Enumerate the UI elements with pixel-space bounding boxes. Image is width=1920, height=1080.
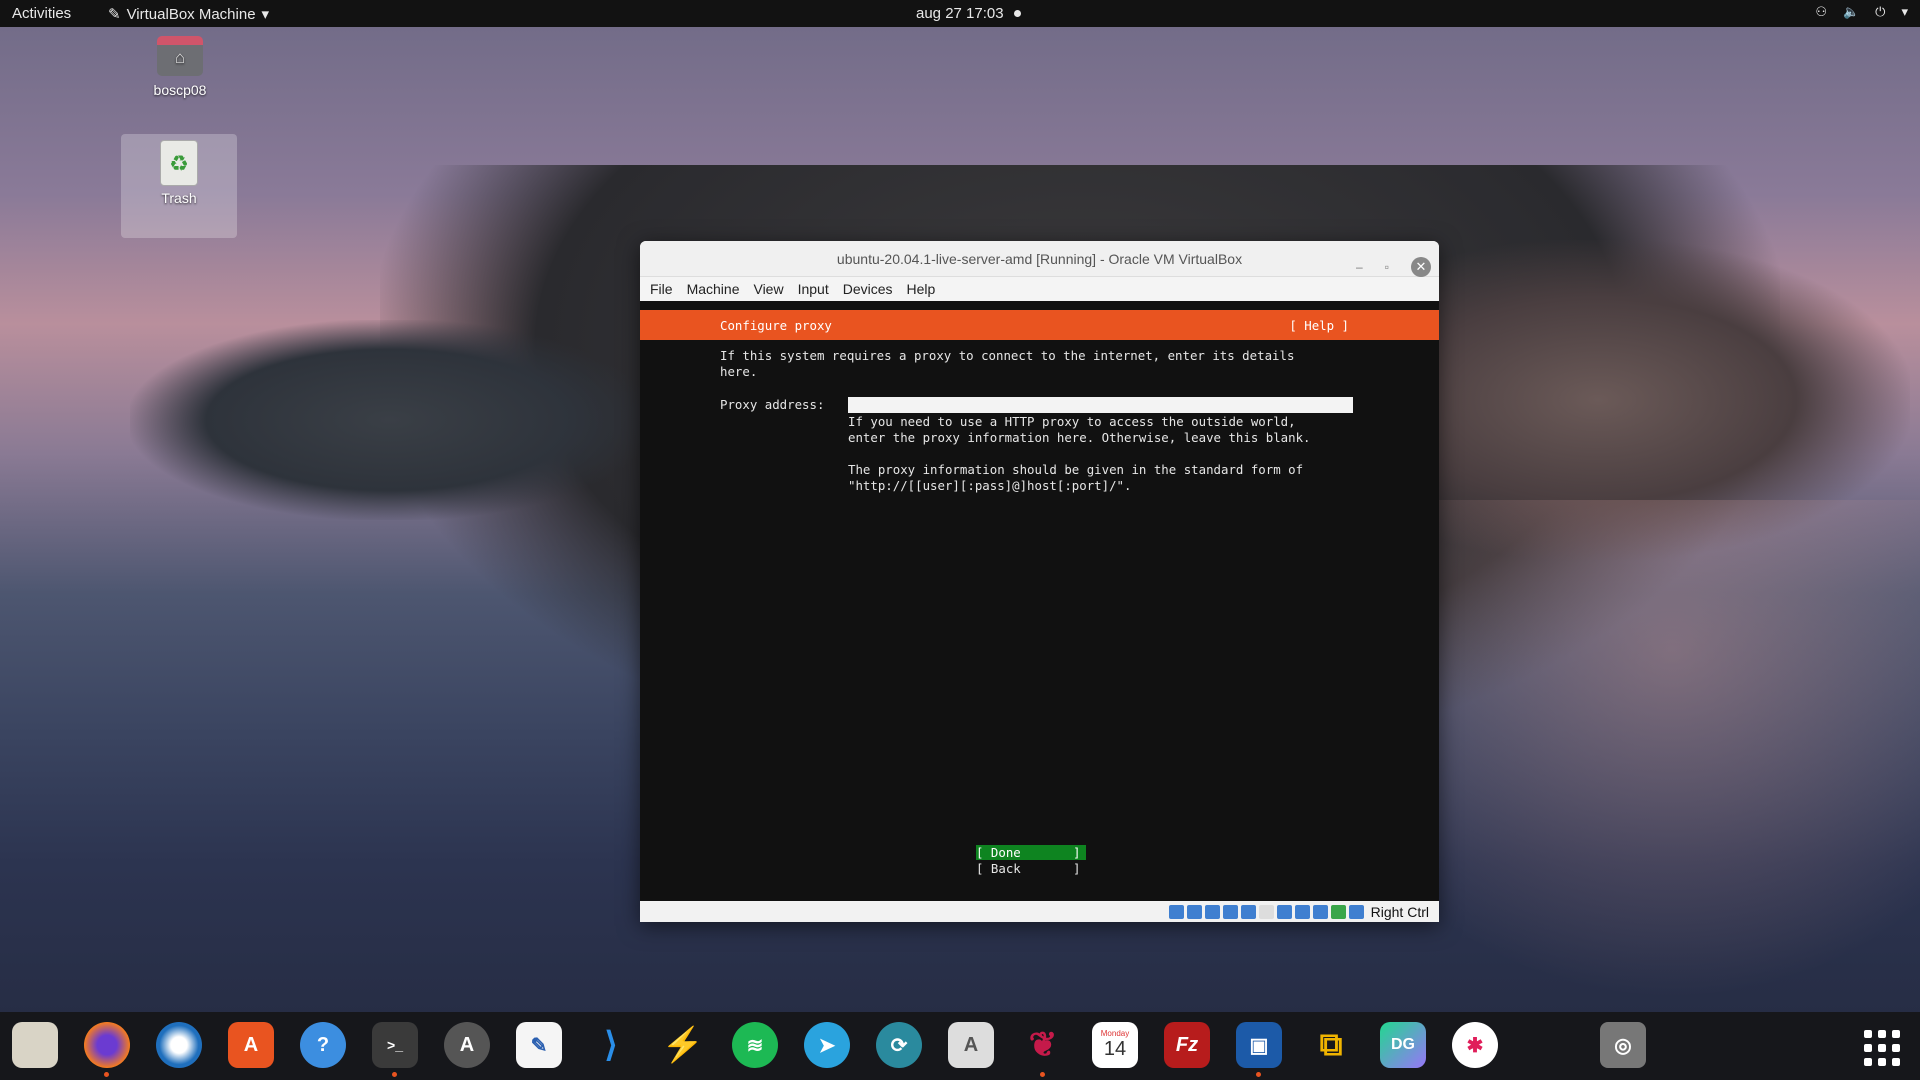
menu-file[interactable]: File: [650, 281, 673, 297]
chevron-down-icon[interactable]: ▾: [1901, 4, 1908, 20]
window-titlebar[interactable]: ubuntu-20.04.1-live-server-amd [Running]…: [640, 241, 1439, 277]
proxy-hint-4: "http://[[user][:pass]@]host[:port]/".: [848, 478, 1132, 493]
network-icon[interactable]: ⚇: [1815, 4, 1827, 20]
hard-disk-icon[interactable]: [1168, 905, 1184, 919]
help-icon[interactable]: ?: [300, 1022, 346, 1068]
audio-icon[interactable]: [1204, 905, 1220, 919]
network-adapter-icon[interactable]: [1222, 905, 1238, 919]
minimize-icon[interactable]: –: [1356, 249, 1363, 285]
show-apps-icon[interactable]: [1864, 1030, 1900, 1066]
mouse-integration-icon[interactable]: [1330, 905, 1346, 919]
firefox-icon[interactable]: [84, 1022, 130, 1077]
vm-statusbar: Right Ctrl: [640, 902, 1439, 922]
system-tray[interactable]: ⚇ 🔈 ⏻ ▾: [1815, 4, 1908, 20]
dock: A ? >_ A ✎ ⟩ ⚡ ≋ ➤ ⟳ A ❦ Monday 14 Fz ▣ …: [0, 1012, 1920, 1080]
calendar-icon[interactable]: Monday 14: [1092, 1022, 1138, 1068]
done-button[interactable]: [ Done ]: [976, 845, 1086, 860]
disk-icon[interactable]: ◎: [1600, 1022, 1646, 1068]
calendar-date: 14: [1103, 1038, 1127, 1060]
desktop-home-folder[interactable]: boscp08: [122, 36, 238, 98]
app-menu-label: VirtualBox Machine: [126, 5, 256, 23]
intro-text-1: If this system requires a proxy to conne…: [720, 348, 1295, 363]
installer-header: Configure proxy [ Help ]: [640, 310, 1439, 340]
menu-input[interactable]: Input: [798, 281, 829, 297]
proxy-hint-2: enter the proxy information here. Otherw…: [848, 430, 1311, 445]
proxy-label: Proxy address:: [720, 397, 825, 412]
trash-icon: ♻: [160, 140, 198, 186]
page-title: Configure proxy: [720, 318, 832, 333]
wallpaper-island-left: [130, 320, 650, 520]
vm-screen[interactable]: Configure proxy [ Help ] If this system …: [640, 301, 1439, 901]
text-editor-icon[interactable]: ✎: [516, 1022, 562, 1068]
menu-view[interactable]: View: [753, 281, 783, 297]
vscode-icon[interactable]: ⟩: [588, 1022, 634, 1068]
top-bar: Activities ✎ VirtualBox Machine ▾ aug 27…: [0, 0, 1920, 27]
help-button[interactable]: [ Help ]: [1289, 318, 1349, 333]
home-folder-icon: [157, 36, 203, 76]
calendar-day: Monday: [1100, 1029, 1130, 1038]
back-button[interactable]: [ Back ]: [976, 861, 1086, 876]
close-icon[interactable]: ✕: [1411, 257, 1431, 277]
document-viewer-icon[interactable]: A: [948, 1022, 994, 1068]
menu-devices[interactable]: Devices: [843, 281, 893, 297]
files-icon[interactable]: [12, 1022, 58, 1068]
updater-icon[interactable]: A: [444, 1022, 490, 1068]
power-icon[interactable]: ⏻: [1875, 4, 1885, 20]
datagrip-icon[interactable]: DG: [1380, 1022, 1426, 1068]
activities-button[interactable]: Activities: [12, 5, 71, 22]
chevron-down-icon: ▾: [261, 6, 270, 23]
host-key-label: Right Ctrl: [1370, 904, 1429, 920]
clock[interactable]: aug 27 17:03: [916, 5, 1021, 22]
thunderbird-icon[interactable]: [156, 1022, 202, 1068]
software-icon[interactable]: A: [228, 1022, 274, 1068]
recording-icon[interactable]: [1294, 905, 1310, 919]
raspberry-icon[interactable]: ❦: [1020, 1022, 1066, 1077]
proxy-address-input[interactable]: [848, 397, 1353, 413]
notification-dot-icon: [1013, 10, 1021, 17]
virtualization-icon[interactable]: [1312, 905, 1328, 919]
clock-label: aug 27 17:03: [916, 5, 1004, 22]
intro-text-2: here.: [720, 364, 758, 379]
vmware-icon[interactable]: ⧉: [1308, 1022, 1354, 1068]
volume-icon[interactable]: 🔈: [1843, 4, 1859, 20]
app-menu[interactable]: ✎ VirtualBox Machine ▾: [108, 5, 270, 24]
filezilla-icon[interactable]: Fz: [1164, 1022, 1210, 1068]
menu-help[interactable]: Help: [907, 281, 936, 297]
keyboard-icon[interactable]: [1348, 905, 1364, 919]
telegram-icon[interactable]: ➤: [804, 1022, 850, 1068]
usb-icon[interactable]: [1240, 905, 1256, 919]
window-menubar: File Machine View Input Devices Help: [640, 277, 1439, 301]
proxy-hint-1: If you need to use a HTTP proxy to acces…: [848, 414, 1296, 429]
desktop-trash[interactable]: ♻ Trash: [121, 134, 237, 238]
trash-label: Trash: [161, 190, 197, 206]
optical-drive-icon[interactable]: [1186, 905, 1202, 919]
slack-icon[interactable]: ✱: [1452, 1022, 1498, 1068]
menu-machine[interactable]: Machine: [687, 281, 740, 297]
proxy-hint-3: The proxy information should be given in…: [848, 462, 1304, 477]
terminal-icon[interactable]: >_: [372, 1022, 418, 1077]
display-icon[interactable]: [1276, 905, 1292, 919]
remote-icon[interactable]: ⟳: [876, 1022, 922, 1068]
spotify-icon[interactable]: ≋: [732, 1022, 778, 1068]
window-title: ubuntu-20.04.1-live-server-amd [Running]…: [836, 251, 1243, 267]
maximize-icon[interactable]: ▫: [1385, 249, 1389, 285]
shared-folders-icon[interactable]: [1258, 905, 1274, 919]
home-folder-label: boscp08: [153, 82, 207, 98]
app-menu-icon: ✎: [108, 6, 121, 23]
virtualbox-window[interactable]: ubuntu-20.04.1-live-server-amd [Running]…: [640, 241, 1439, 922]
virtualbox-icon[interactable]: ▣: [1236, 1022, 1282, 1077]
bolt-icon[interactable]: ⚡: [660, 1022, 706, 1068]
